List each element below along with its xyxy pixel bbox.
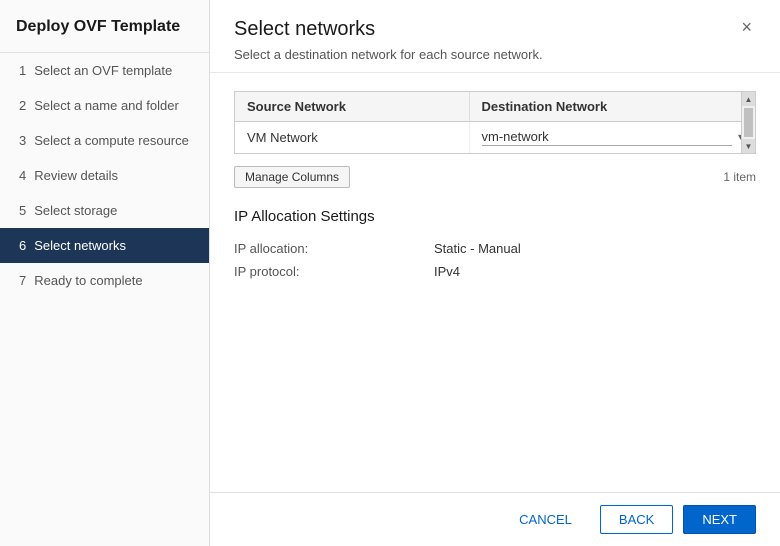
footer: CANCEL BACK NEXT <box>210 492 780 546</box>
main-header: Select networks Select a destination net… <box>210 0 780 73</box>
destination-network-cell[interactable]: vm-network ▾ <box>469 122 755 154</box>
step-num-5: 5 <box>19 203 26 218</box>
item-count: 1 item <box>723 170 756 184</box>
ip-protocol-row: IP protocol: IPv4 <box>234 260 756 283</box>
sidebar-item-label-2: Select a name and folder <box>34 98 179 113</box>
step-num-6: 6 <box>19 238 26 253</box>
close-button[interactable]: × <box>737 18 756 36</box>
sidebar-item-label-5: Select storage <box>34 203 117 218</box>
destination-network-value: vm-network <box>482 129 549 144</box>
sidebar-item-3[interactable]: 3 Select a compute resource <box>0 123 209 158</box>
sidebar-item-7[interactable]: 7 Ready to complete <box>0 263 209 298</box>
step-num-1: 1 <box>19 63 26 78</box>
sidebar-item-5[interactable]: 5 Select storage <box>0 193 209 228</box>
page-subtitle: Select a destination network for each so… <box>234 47 737 62</box>
col-source-header: Source Network <box>235 92 469 122</box>
page-title: Select networks <box>234 18 737 41</box>
scroll-up-button[interactable]: ▲ <box>742 92 755 106</box>
scroll-thumb[interactable] <box>744 108 753 137</box>
ip-allocation-value: Static - Manual <box>434 241 521 256</box>
ip-allocation-label: IP allocation: <box>234 241 434 256</box>
ip-section-title: IP Allocation Settings <box>234 208 756 225</box>
sidebar-item-label-1: Select an OVF template <box>34 63 172 78</box>
step-num-3: 3 <box>19 133 26 148</box>
scrollbar[interactable]: ▲ ▼ <box>741 92 755 153</box>
content-area: Source Network Destination Network VM Ne… <box>210 73 780 492</box>
sidebar-title: Deploy OVF Template <box>0 0 209 53</box>
network-table: Source Network Destination Network VM Ne… <box>235 92 755 153</box>
sidebar-item-1[interactable]: 1 Select an OVF template <box>0 53 209 88</box>
next-button[interactable]: NEXT <box>683 505 756 534</box>
network-table-wrap: Source Network Destination Network VM Ne… <box>234 91 756 154</box>
sidebar-item-4[interactable]: 4 Review details <box>0 158 209 193</box>
dest-underline: vm-network <box>482 129 732 146</box>
step-num-4: 4 <box>19 168 26 183</box>
sidebar-item-label-6: Select networks <box>34 238 126 253</box>
scroll-down-button[interactable]: ▼ <box>742 139 755 153</box>
ip-allocation-row: IP allocation: Static - Manual <box>234 237 756 260</box>
cancel-button[interactable]: CANCEL <box>501 505 590 534</box>
main-panel: Select networks Select a destination net… <box>210 0 780 546</box>
step-num-2: 2 <box>19 98 26 113</box>
source-network-cell: VM Network <box>235 122 469 154</box>
ip-protocol-value: IPv4 <box>434 264 460 279</box>
sidebar-item-label-4: Review details <box>34 168 118 183</box>
ip-protocol-label: IP protocol: <box>234 264 434 279</box>
table-row: VM Network vm-network ▾ <box>235 122 755 154</box>
sidebar-item-2[interactable]: 2 Select a name and folder <box>0 88 209 123</box>
dialog: Deploy OVF Template 1 Select an OVF temp… <box>0 0 780 546</box>
sidebar-item-6[interactable]: 6 Select networks <box>0 228 209 263</box>
col-destination-header: Destination Network <box>469 92 755 122</box>
back-button[interactable]: BACK <box>600 505 673 534</box>
sidebar: Deploy OVF Template 1 Select an OVF temp… <box>0 0 210 546</box>
sidebar-item-label-7: Ready to complete <box>34 273 142 288</box>
step-num-7: 7 <box>19 273 26 288</box>
table-footer: Manage Columns 1 item <box>234 162 756 192</box>
header-text: Select networks Select a destination net… <box>234 18 737 62</box>
manage-columns-button[interactable]: Manage Columns <box>234 166 350 188</box>
sidebar-item-label-3: Select a compute resource <box>34 133 189 148</box>
